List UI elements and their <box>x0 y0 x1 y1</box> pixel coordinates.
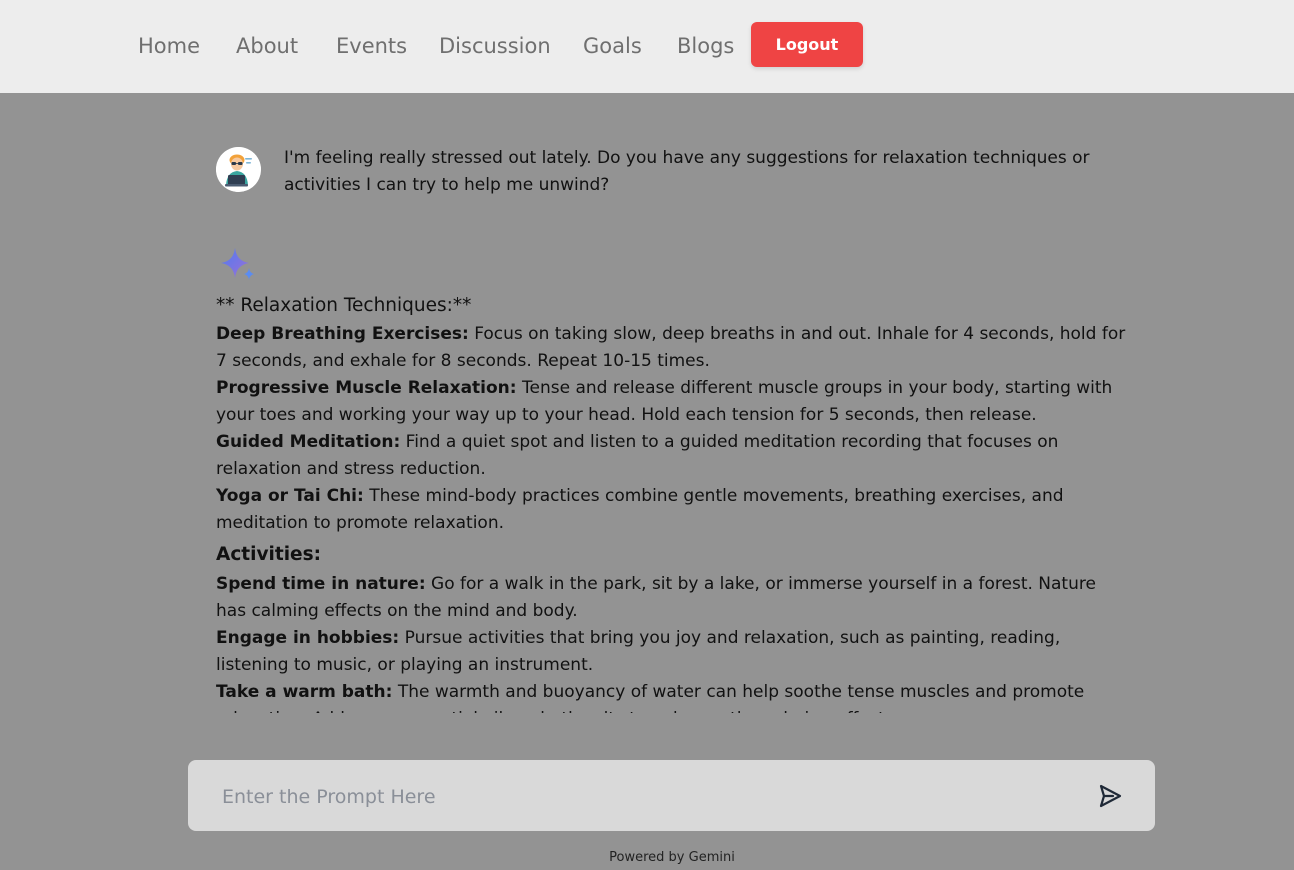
top-navbar: Home About Events Discussion Goals Blogs… <box>0 0 1294 93</box>
nav-link-events[interactable]: Events <box>336 31 407 61</box>
user-avatar-icon <box>216 147 261 192</box>
nav-link-home[interactable]: Home <box>138 31 200 61</box>
technique-title: Deep Breathing Exercises: <box>216 324 469 344</box>
assistant-response: ** Relaxation Techniques:** Deep Breathi… <box>216 292 1126 713</box>
technique-item: Progressive Muscle Relaxation: Tense and… <box>216 375 1126 429</box>
user-message: I'm feeling really stressed out lately. … <box>284 148 1090 195</box>
activity-title: Engage in hobbies: <box>216 628 400 648</box>
prompt-input[interactable] <box>220 760 1084 833</box>
activities-heading: Activities: <box>216 544 322 565</box>
technique-item: Deep Breathing Exercises: Focus on takin… <box>216 321 1126 375</box>
technique-title: Guided Meditation: <box>216 432 401 452</box>
gemini-sparkle-icon <box>218 245 258 285</box>
nav-link-blogs[interactable]: Blogs <box>677 31 734 61</box>
technique-title: Progressive Muscle Relaxation: <box>216 378 517 398</box>
send-icon <box>1099 784 1122 808</box>
response-heading: ** Relaxation Techniques:** <box>216 295 472 316</box>
technique-title: Yoga or Tai Chi: <box>216 486 364 506</box>
nav-link-about[interactable]: About <box>236 31 298 61</box>
logout-button[interactable]: Logout <box>751 22 863 67</box>
activity-title: Spend time in nature: <box>216 574 426 594</box>
send-button[interactable] <box>1092 778 1128 814</box>
technique-item: Guided Meditation: Find a quiet spot and… <box>216 429 1126 483</box>
chat-area[interactable]: I'm feeling really stressed out lately. … <box>0 93 1294 713</box>
nav-link-discussion[interactable]: Discussion <box>439 31 551 61</box>
nav-link-goals[interactable]: Goals <box>583 31 642 61</box>
prompt-box <box>188 760 1155 833</box>
activity-item: Take a warm bath: The warmth and buoyanc… <box>216 679 1126 713</box>
activity-item: Spend time in nature: Go for a walk in t… <box>216 571 1126 625</box>
activity-item: Engage in hobbies: Pursue activities tha… <box>216 625 1126 679</box>
activity-title: Take a warm bath: <box>216 682 393 702</box>
technique-item: Yoga or Tai Chi: These mind-body practic… <box>216 483 1126 537</box>
powered-by-note: Powered by Gemini <box>609 850 735 865</box>
